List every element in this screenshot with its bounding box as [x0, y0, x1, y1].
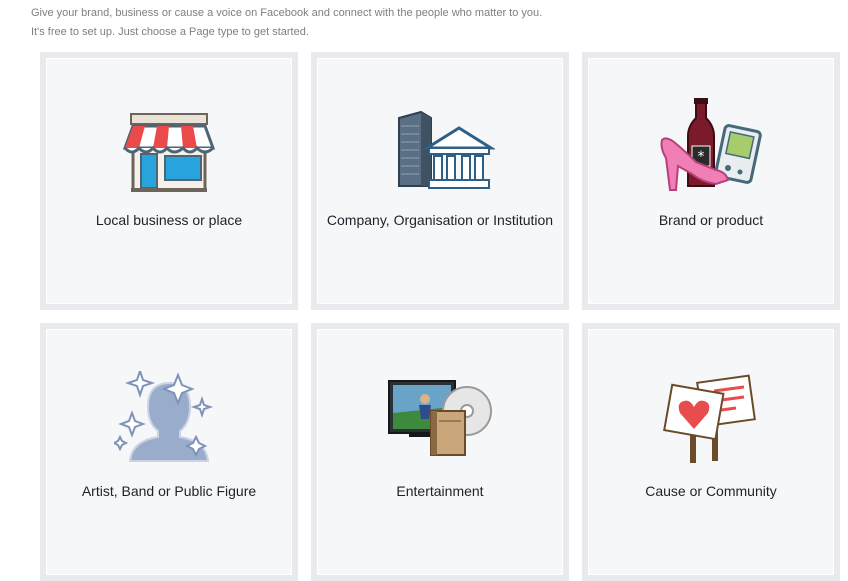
card-label: Cause or Community: [645, 483, 777, 499]
card-entertainment[interactable]: Entertainment: [311, 323, 569, 581]
card-brand-product[interactable]: * Brand or product: [582, 52, 840, 310]
tv-film-icon: [317, 375, 563, 465]
card-artist-band[interactable]: Artist, Band or Public Figure: [40, 323, 298, 581]
intro-line-1: Give your brand, business or cause a voi…: [31, 7, 543, 19]
product-bottle-shoe-icon: *: [588, 98, 834, 194]
card-cause-community[interactable]: Cause or Community: [582, 323, 840, 581]
office-building-icon: [317, 104, 563, 194]
card-label: Local business or place: [95, 212, 243, 228]
card-label: Artist, Band or Public Figure: [81, 483, 257, 499]
card-label: Brand or product: [658, 212, 764, 228]
storefront-icon: [46, 104, 292, 194]
protest-signs-icon: [588, 374, 834, 465]
person-sparkle-icon: [46, 371, 292, 465]
card-label: Entertainment: [396, 483, 484, 499]
card-local-business[interactable]: Local business or place: [40, 52, 298, 310]
card-company[interactable]: Company, Organisation or Institution: [311, 52, 569, 310]
intro-text: Give your brand, business or cause a voi…: [31, 4, 542, 42]
card-label: Company, Organisation or Institution: [326, 212, 554, 228]
intro-line-2: It's free to set up. Just choose a Page …: [31, 26, 309, 38]
